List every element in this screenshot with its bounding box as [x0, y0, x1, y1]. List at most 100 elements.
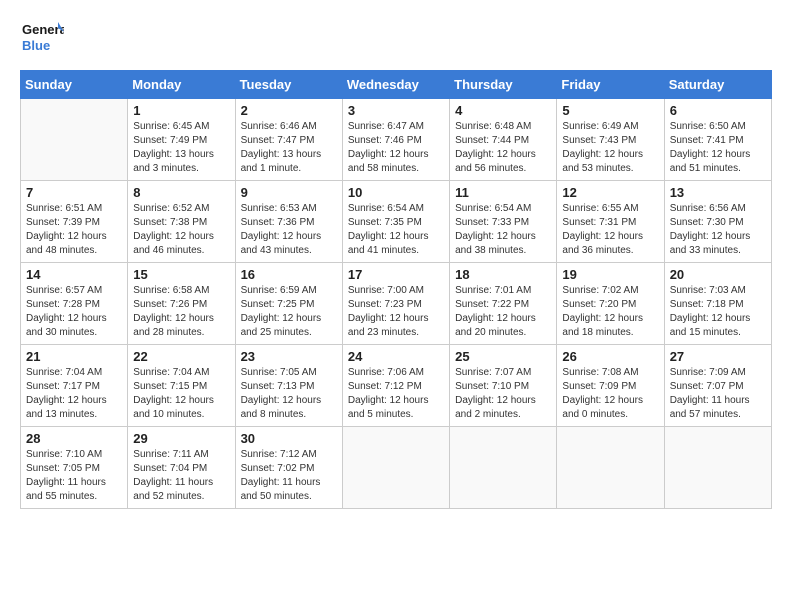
- calendar-cell: 11 Sunrise: 6:54 AMSunset: 7:33 PMDayligh…: [450, 181, 557, 263]
- day-info: Sunrise: 6:54 AMSunset: 7:33 PMDaylight:…: [455, 202, 551, 258]
- day-number: 8: [133, 185, 229, 200]
- calendar-cell: 15 Sunrise: 6:58 AMSunset: 7:26 PMDayligh…: [128, 263, 235, 345]
- calendar-week-1: 7 Sunrise: 6:51 AMSunset: 7:39 PMDaylight…: [21, 181, 772, 263]
- day-info: Sunrise: 7:02 AMSunset: 7:20 PMDaylight:…: [562, 284, 658, 340]
- weekday-header-saturday: Saturday: [664, 71, 771, 99]
- day-info: Sunrise: 6:48 AMSunset: 7:44 PMDaylight:…: [455, 120, 551, 176]
- calendar-cell: 12 Sunrise: 6:55 AMSunset: 7:31 PMDayligh…: [557, 181, 664, 263]
- weekday-header-row: SundayMondayTuesdayWednesdayThursdayFrid…: [21, 71, 772, 99]
- day-number: 13: [670, 185, 766, 200]
- day-number: 12: [562, 185, 658, 200]
- day-info: Sunrise: 6:51 AMSunset: 7:39 PMDaylight:…: [26, 202, 122, 258]
- weekday-header-monday: Monday: [128, 71, 235, 99]
- calendar-cell: 21 Sunrise: 7:04 AMSunset: 7:17 PMDayligh…: [21, 345, 128, 427]
- logo-svg: General Blue: [20, 16, 64, 60]
- calendar-cell: 26 Sunrise: 7:08 AMSunset: 7:09 PMDayligh…: [557, 345, 664, 427]
- calendar-cell: 5 Sunrise: 6:49 AMSunset: 7:43 PMDaylight…: [557, 99, 664, 181]
- day-number: 11: [455, 185, 551, 200]
- day-info: Sunrise: 6:57 AMSunset: 7:28 PMDaylight:…: [26, 284, 122, 340]
- day-info: Sunrise: 7:01 AMSunset: 7:22 PMDaylight:…: [455, 284, 551, 340]
- day-info: Sunrise: 7:10 AMSunset: 7:05 PMDaylight:…: [26, 448, 122, 504]
- calendar-cell: 14 Sunrise: 6:57 AMSunset: 7:28 PMDayligh…: [21, 263, 128, 345]
- day-info: Sunrise: 6:47 AMSunset: 7:46 PMDaylight:…: [348, 120, 444, 176]
- calendar-cell: 2 Sunrise: 6:46 AMSunset: 7:47 PMDaylight…: [235, 99, 342, 181]
- page-container: General Blue SundayMondayTuesdayWednesda…: [0, 0, 792, 519]
- weekday-header-thursday: Thursday: [450, 71, 557, 99]
- day-info: Sunrise: 6:50 AMSunset: 7:41 PMDaylight:…: [670, 120, 766, 176]
- day-number: 2: [241, 103, 337, 118]
- calendar-cell: 22Sunrise: 7:04 AMSunset: 7:15 PMDayligh…: [128, 345, 235, 427]
- day-number: 6: [670, 103, 766, 118]
- day-info: Sunrise: 6:53 AMSunset: 7:36 PMDaylight:…: [241, 202, 337, 258]
- day-number: 17: [348, 267, 444, 282]
- day-info: Sunrise: 7:00 AMSunset: 7:23 PMDaylight:…: [348, 284, 444, 340]
- day-number: 29: [133, 431, 229, 446]
- day-info: Sunrise: 6:58 AMSunset: 7:26 PMDaylight:…: [133, 284, 229, 340]
- day-number: 18: [455, 267, 551, 282]
- day-info: Sunrise: 6:59 AMSunset: 7:25 PMDaylight:…: [241, 284, 337, 340]
- day-info: Sunrise: 7:04 AMSunset: 7:15 PMDaylight:…: [133, 366, 229, 422]
- weekday-header-friday: Friday: [557, 71, 664, 99]
- day-number: 14: [26, 267, 122, 282]
- calendar-cell: [21, 99, 128, 181]
- day-info: Sunrise: 7:07 AMSunset: 7:10 PMDaylight:…: [455, 366, 551, 422]
- calendar-cell: 30 Sunrise: 7:12 AMSunset: 7:02 PMDayligh…: [235, 427, 342, 509]
- header: General Blue: [20, 16, 772, 60]
- day-number: 28: [26, 431, 122, 446]
- calendar-cell: 29 Sunrise: 7:11 AMSunset: 7:04 PMDayligh…: [128, 427, 235, 509]
- day-info: Sunrise: 6:52 AMSunset: 7:38 PMDaylight:…: [133, 202, 229, 258]
- calendar-week-4: 28 Sunrise: 7:10 AMSunset: 7:05 PMDayligh…: [21, 427, 772, 509]
- day-info: Sunrise: 7:03 AMSunset: 7:18 PMDaylight:…: [670, 284, 766, 340]
- calendar-week-2: 14 Sunrise: 6:57 AMSunset: 7:28 PMDayligh…: [21, 263, 772, 345]
- day-number: 25: [455, 349, 551, 364]
- calendar-cell: 16Sunrise: 6:59 AMSunset: 7:25 PMDayligh…: [235, 263, 342, 345]
- calendar-cell: 17 Sunrise: 7:00 AMSunset: 7:23 PMDayligh…: [342, 263, 449, 345]
- logo: General Blue: [20, 16, 66, 60]
- day-info: Sunrise: 7:08 AMSunset: 7:09 PMDaylight:…: [562, 366, 658, 422]
- day-number: 7: [26, 185, 122, 200]
- day-number: 1: [133, 103, 229, 118]
- day-info: Sunrise: 7:06 AMSunset: 7:12 PMDaylight:…: [348, 366, 444, 422]
- day-info: Sunrise: 6:45 AMSunset: 7:49 PMDaylight:…: [133, 120, 229, 176]
- day-info: Sunrise: 6:55 AMSunset: 7:31 PMDaylight:…: [562, 202, 658, 258]
- calendar-cell: 10Sunrise: 6:54 AMSunset: 7:35 PMDayligh…: [342, 181, 449, 263]
- calendar-cell: 18 Sunrise: 7:01 AMSunset: 7:22 PMDayligh…: [450, 263, 557, 345]
- day-number: 26: [562, 349, 658, 364]
- svg-text:General: General: [22, 22, 64, 37]
- calendar-cell: [557, 427, 664, 509]
- day-info: Sunrise: 6:49 AMSunset: 7:43 PMDaylight:…: [562, 120, 658, 176]
- day-number: 3: [348, 103, 444, 118]
- calendar-cell: 1 Sunrise: 6:45 AMSunset: 7:49 PMDaylight…: [128, 99, 235, 181]
- day-info: Sunrise: 7:05 AMSunset: 7:13 PMDaylight:…: [241, 366, 337, 422]
- calendar-week-3: 21 Sunrise: 7:04 AMSunset: 7:17 PMDayligh…: [21, 345, 772, 427]
- day-number: 15: [133, 267, 229, 282]
- day-number: 21: [26, 349, 122, 364]
- weekday-header-sunday: Sunday: [21, 71, 128, 99]
- day-info: Sunrise: 6:54 AMSunset: 7:35 PMDaylight:…: [348, 202, 444, 258]
- day-number: 27: [670, 349, 766, 364]
- day-info: Sunrise: 6:46 AMSunset: 7:47 PMDaylight:…: [241, 120, 337, 176]
- day-number: 30: [241, 431, 337, 446]
- calendar-cell: [342, 427, 449, 509]
- calendar-cell: 4 Sunrise: 6:48 AMSunset: 7:44 PMDaylight…: [450, 99, 557, 181]
- calendar-cell: 24Sunrise: 7:06 AMSunset: 7:12 PMDayligh…: [342, 345, 449, 427]
- day-info: Sunrise: 7:12 AMSunset: 7:02 PMDaylight:…: [241, 448, 337, 504]
- day-number: 5: [562, 103, 658, 118]
- calendar-cell: 3 Sunrise: 6:47 AMSunset: 7:46 PMDaylight…: [342, 99, 449, 181]
- calendar-cell: 20 Sunrise: 7:03 AMSunset: 7:18 PMDayligh…: [664, 263, 771, 345]
- day-number: 19: [562, 267, 658, 282]
- weekday-header-tuesday: Tuesday: [235, 71, 342, 99]
- day-info: Sunrise: 7:11 AMSunset: 7:04 PMDaylight:…: [133, 448, 229, 504]
- day-number: 20: [670, 267, 766, 282]
- day-info: Sunrise: 7:04 AMSunset: 7:17 PMDaylight:…: [26, 366, 122, 422]
- day-number: 4: [455, 103, 551, 118]
- calendar-week-0: 1 Sunrise: 6:45 AMSunset: 7:49 PMDaylight…: [21, 99, 772, 181]
- calendar-cell: 6 Sunrise: 6:50 AMSunset: 7:41 PMDaylight…: [664, 99, 771, 181]
- calendar-table: SundayMondayTuesdayWednesdayThursdayFrid…: [20, 70, 772, 509]
- day-info: Sunrise: 7:09 AMSunset: 7:07 PMDaylight:…: [670, 366, 766, 422]
- calendar-cell: 13 Sunrise: 6:56 AMSunset: 7:30 PMDayligh…: [664, 181, 771, 263]
- calendar-cell: 25 Sunrise: 7:07 AMSunset: 7:10 PMDayligh…: [450, 345, 557, 427]
- day-info: Sunrise: 6:56 AMSunset: 7:30 PMDaylight:…: [670, 202, 766, 258]
- calendar-cell: 23Sunrise: 7:05 AMSunset: 7:13 PMDayligh…: [235, 345, 342, 427]
- svg-text:Blue: Blue: [22, 38, 50, 53]
